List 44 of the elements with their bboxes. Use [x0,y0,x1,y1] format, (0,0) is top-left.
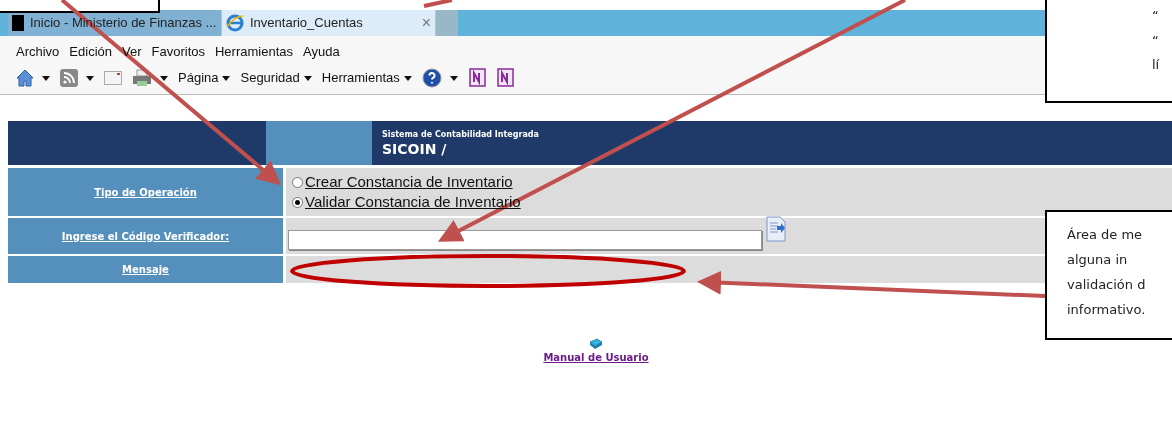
system-subtitle: Sistema de Contabilidad Integrada [382,129,540,141]
dropdown-caret-icon[interactable] [86,75,94,81]
browser-tab[interactable]: Inventario_Cuentas × [222,10,436,36]
form-label: Tipo de Operación [94,185,197,200]
menu-item[interactable]: Archivo [16,42,60,62]
radio-button[interactable] [292,196,303,208]
callout-text: validación d [1067,276,1147,294]
callout-text: lí [1152,56,1161,74]
form-label: Mensaje [122,263,169,277]
toolbar-menu-button[interactable]: Herramientas [321,68,412,88]
menu-item[interactable]: Ver [122,42,142,62]
toolbar-menu-button[interactable]: Página [178,68,231,88]
menu-item[interactable]: Ayuda [303,42,340,62]
dropdown-caret-icon[interactable] [160,75,168,81]
menu-item[interactable]: Favoritos [151,42,205,62]
toolbar-menu-button[interactable]: Seguridad [240,68,312,88]
system-title: SICOIN / [382,141,448,157]
dropdown-caret-icon[interactable] [449,75,458,81]
code-input-field[interactable] [288,230,762,250]
user-manual-link[interactable]: Manual de Usuario [543,350,649,365]
book-icon [589,338,603,350]
tab-title: Inventario_Cuentas [250,14,363,33]
menu-item[interactable]: Herramientas [215,42,293,62]
callout-text: informativo. [1067,301,1147,319]
radio-label[interactable]: Crear Constancia de Inventario [305,172,513,192]
help-icon[interactable] [421,68,442,88]
callout-text: Área de me [1067,226,1144,244]
notebook-icon[interactable] [467,68,486,88]
dropdown-caret-icon[interactable] [42,75,50,81]
callout-text: “ [1152,7,1160,25]
menu-item[interactable]: Edición [69,42,112,62]
page-icon [12,15,24,31]
home-icon[interactable] [16,69,34,87]
radio-button[interactable] [292,176,303,188]
rss-feed-icon[interactable] [60,69,78,87]
notebook-icon[interactable] [495,68,514,88]
callout-text: “ [1152,31,1160,50]
form-label: Ingrese el Código Verificador: [61,229,230,244]
mail-icon[interactable] [104,71,122,85]
document-arrow-icon[interactable] [766,216,786,242]
globe-e-icon [226,14,244,32]
close-tab-button[interactable]: × [421,15,431,31]
printer-icon[interactable] [132,69,152,87]
callout-text: alguna in [1067,251,1129,269]
